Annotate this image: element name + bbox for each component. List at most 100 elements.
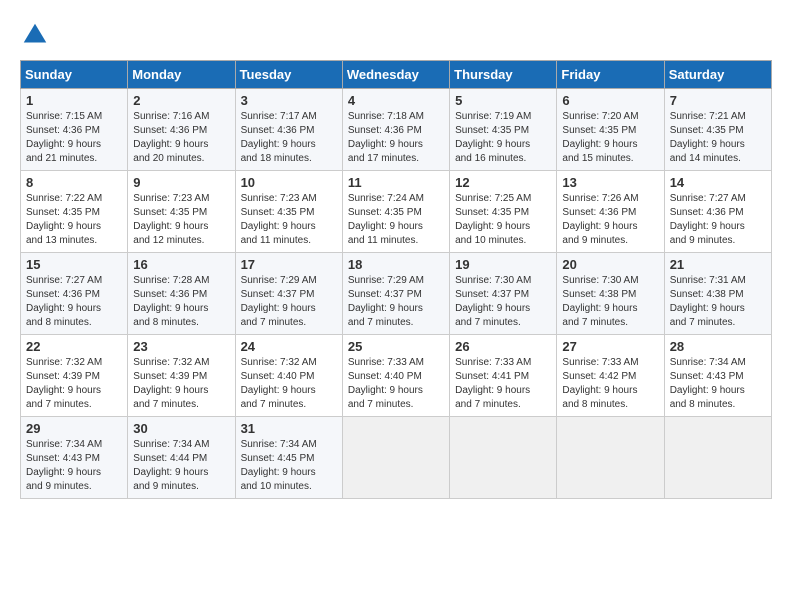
day-number: 3 <box>241 93 337 108</box>
calendar-body: 1 Sunrise: 7:15 AM Sunset: 4:36 PM Daylig… <box>21 89 772 499</box>
calendar-day-cell <box>664 417 771 499</box>
calendar-week-row: 8Sunrise: 7:22 AM Sunset: 4:35 PM Daylig… <box>21 171 772 253</box>
day-number: 7 <box>670 93 766 108</box>
day-info: Sunrise: 7:32 AM Sunset: 4:39 PM Dayligh… <box>26 356 122 412</box>
calendar-day-cell: 8Sunrise: 7:22 AM Sunset: 4:35 PM Daylig… <box>21 171 128 253</box>
calendar-day-cell: 5Sunrise: 7:19 AM Sunset: 4:35 PM Daylig… <box>450 89 557 171</box>
day-info: Sunrise: 7:34 AM Sunset: 4:45 PM Dayligh… <box>241 438 337 494</box>
day-number: 19 <box>455 257 551 272</box>
day-number: 4 <box>348 93 444 108</box>
day-number: 11 <box>348 175 444 190</box>
calendar-day-cell: 13Sunrise: 7:26 AM Sunset: 4:36 PM Dayli… <box>557 171 664 253</box>
weekday-header-cell: Sunday <box>21 61 128 89</box>
calendar-day-cell: 26 Sunrise: 7:33 AM Sunset: 4:41 PM Dayli… <box>450 335 557 417</box>
weekday-header-cell: Tuesday <box>235 61 342 89</box>
day-number: 17 <box>241 257 337 272</box>
calendar-day-cell: 18 Sunrise: 7:29 AM Sunset: 4:37 PM Dayli… <box>342 253 449 335</box>
weekday-header-cell: Thursday <box>450 61 557 89</box>
day-info: Sunrise: 7:16 AM Sunset: 4:36 PM Dayligh… <box>133 110 229 166</box>
day-number: 27 <box>562 339 658 354</box>
day-info: Sunrise: 7:34 AM Sunset: 4:43 PM Dayligh… <box>26 438 122 494</box>
page-header <box>20 20 772 50</box>
day-number: 28 <box>670 339 766 354</box>
day-info: Sunrise: 7:30 AM Sunset: 4:38 PM Dayligh… <box>562 274 658 330</box>
calendar-day-cell: 29 Sunrise: 7:34 AM Sunset: 4:43 PM Dayli… <box>21 417 128 499</box>
calendar-day-cell: 28Sunrise: 7:34 AM Sunset: 4:43 PM Dayli… <box>664 335 771 417</box>
day-info: Sunrise: 7:22 AM Sunset: 4:35 PM Dayligh… <box>26 192 122 248</box>
day-info: Sunrise: 7:28 AM Sunset: 4:36 PM Dayligh… <box>133 274 229 330</box>
day-number: 22 <box>26 339 122 354</box>
day-info: Sunrise: 7:18 AM Sunset: 4:36 PM Dayligh… <box>348 110 444 166</box>
weekday-header-cell: Monday <box>128 61 235 89</box>
day-info: Sunrise: 7:29 AM Sunset: 4:37 PM Dayligh… <box>241 274 337 330</box>
calendar-day-cell: 4 Sunrise: 7:18 AM Sunset: 4:36 PM Daylig… <box>342 89 449 171</box>
calendar-day-cell: 6 Sunrise: 7:20 AM Sunset: 4:35 PM Daylig… <box>557 89 664 171</box>
calendar-day-cell: 30 Sunrise: 7:34 AM Sunset: 4:44 PM Dayli… <box>128 417 235 499</box>
logo <box>20 20 54 50</box>
calendar-week-row: 22 Sunrise: 7:32 AM Sunset: 4:39 PM Dayli… <box>21 335 772 417</box>
day-info: Sunrise: 7:23 AM Sunset: 4:35 PM Dayligh… <box>241 192 337 248</box>
calendar-day-cell: 27 Sunrise: 7:33 AM Sunset: 4:42 PM Dayli… <box>557 335 664 417</box>
calendar-header: SundayMondayTuesdayWednesdayThursdayFrid… <box>21 61 772 89</box>
day-info: Sunrise: 7:32 AM Sunset: 4:39 PM Dayligh… <box>133 356 229 412</box>
calendar-day-cell: 14 Sunrise: 7:27 AM Sunset: 4:36 PM Dayli… <box>664 171 771 253</box>
calendar-day-cell: 12Sunrise: 7:25 AM Sunset: 4:35 PM Dayli… <box>450 171 557 253</box>
day-number: 25 <box>348 339 444 354</box>
calendar-week-row: 15Sunrise: 7:27 AM Sunset: 4:36 PM Dayli… <box>21 253 772 335</box>
calendar-day-cell: 7 Sunrise: 7:21 AM Sunset: 4:35 PM Daylig… <box>664 89 771 171</box>
day-info: Sunrise: 7:23 AM Sunset: 4:35 PM Dayligh… <box>133 192 229 248</box>
day-number: 26 <box>455 339 551 354</box>
day-info: Sunrise: 7:19 AM Sunset: 4:35 PM Dayligh… <box>455 110 551 166</box>
day-number: 13 <box>562 175 658 190</box>
calendar-day-cell: 11 Sunrise: 7:24 AM Sunset: 4:35 PM Dayli… <box>342 171 449 253</box>
day-number: 9 <box>133 175 229 190</box>
weekday-header-cell: Friday <box>557 61 664 89</box>
day-info: Sunrise: 7:15 AM Sunset: 4:36 PM Dayligh… <box>26 110 122 166</box>
calendar-day-cell: 17 Sunrise: 7:29 AM Sunset: 4:37 PM Dayli… <box>235 253 342 335</box>
calendar-day-cell: 15Sunrise: 7:27 AM Sunset: 4:36 PM Dayli… <box>21 253 128 335</box>
day-info: Sunrise: 7:27 AM Sunset: 4:36 PM Dayligh… <box>670 192 766 248</box>
day-info: Sunrise: 7:31 AM Sunset: 4:38 PM Dayligh… <box>670 274 766 330</box>
day-number: 18 <box>348 257 444 272</box>
calendar-day-cell: 23 Sunrise: 7:32 AM Sunset: 4:39 PM Dayli… <box>128 335 235 417</box>
calendar-day-cell: 3 Sunrise: 7:17 AM Sunset: 4:36 PM Daylig… <box>235 89 342 171</box>
weekday-header-cell: Wednesday <box>342 61 449 89</box>
day-info: Sunrise: 7:17 AM Sunset: 4:36 PM Dayligh… <box>241 110 337 166</box>
calendar-week-row: 29 Sunrise: 7:34 AM Sunset: 4:43 PM Dayli… <box>21 417 772 499</box>
day-info: Sunrise: 7:33 AM Sunset: 4:42 PM Dayligh… <box>562 356 658 412</box>
day-info: Sunrise: 7:30 AM Sunset: 4:37 PM Dayligh… <box>455 274 551 330</box>
calendar-day-cell: 21 Sunrise: 7:31 AM Sunset: 4:38 PM Dayli… <box>664 253 771 335</box>
day-number: 6 <box>562 93 658 108</box>
day-info: Sunrise: 7:34 AM Sunset: 4:44 PM Dayligh… <box>133 438 229 494</box>
calendar-day-cell <box>557 417 664 499</box>
day-number: 23 <box>133 339 229 354</box>
day-number: 31 <box>241 421 337 436</box>
calendar-day-cell <box>450 417 557 499</box>
day-number: 1 <box>26 93 122 108</box>
day-info: Sunrise: 7:21 AM Sunset: 4:35 PM Dayligh… <box>670 110 766 166</box>
calendar-day-cell: 24Sunrise: 7:32 AM Sunset: 4:40 PM Dayli… <box>235 335 342 417</box>
calendar-day-cell: 19 Sunrise: 7:30 AM Sunset: 4:37 PM Dayli… <box>450 253 557 335</box>
day-info: Sunrise: 7:25 AM Sunset: 4:35 PM Dayligh… <box>455 192 551 248</box>
calendar-day-cell <box>342 417 449 499</box>
day-number: 14 <box>670 175 766 190</box>
calendar-day-cell: 1 Sunrise: 7:15 AM Sunset: 4:36 PM Daylig… <box>21 89 128 171</box>
day-info: Sunrise: 7:32 AM Sunset: 4:40 PM Dayligh… <box>241 356 337 412</box>
day-info: Sunrise: 7:33 AM Sunset: 4:40 PM Dayligh… <box>348 356 444 412</box>
calendar-day-cell: 16 Sunrise: 7:28 AM Sunset: 4:36 PM Dayli… <box>128 253 235 335</box>
day-number: 20 <box>562 257 658 272</box>
day-number: 15 <box>26 257 122 272</box>
day-number: 16 <box>133 257 229 272</box>
calendar-week-row: 1 Sunrise: 7:15 AM Sunset: 4:36 PM Daylig… <box>21 89 772 171</box>
day-number: 30 <box>133 421 229 436</box>
day-number: 2 <box>133 93 229 108</box>
day-info: Sunrise: 7:24 AM Sunset: 4:35 PM Dayligh… <box>348 192 444 248</box>
day-info: Sunrise: 7:20 AM Sunset: 4:35 PM Dayligh… <box>562 110 658 166</box>
day-number: 29 <box>26 421 122 436</box>
day-number: 21 <box>670 257 766 272</box>
calendar-table: SundayMondayTuesdayWednesdayThursdayFrid… <box>20 60 772 499</box>
day-info: Sunrise: 7:33 AM Sunset: 4:41 PM Dayligh… <box>455 356 551 412</box>
calendar-day-cell: 20 Sunrise: 7:30 AM Sunset: 4:38 PM Dayli… <box>557 253 664 335</box>
calendar-day-cell: 2 Sunrise: 7:16 AM Sunset: 4:36 PM Daylig… <box>128 89 235 171</box>
day-info: Sunrise: 7:29 AM Sunset: 4:37 PM Dayligh… <box>348 274 444 330</box>
